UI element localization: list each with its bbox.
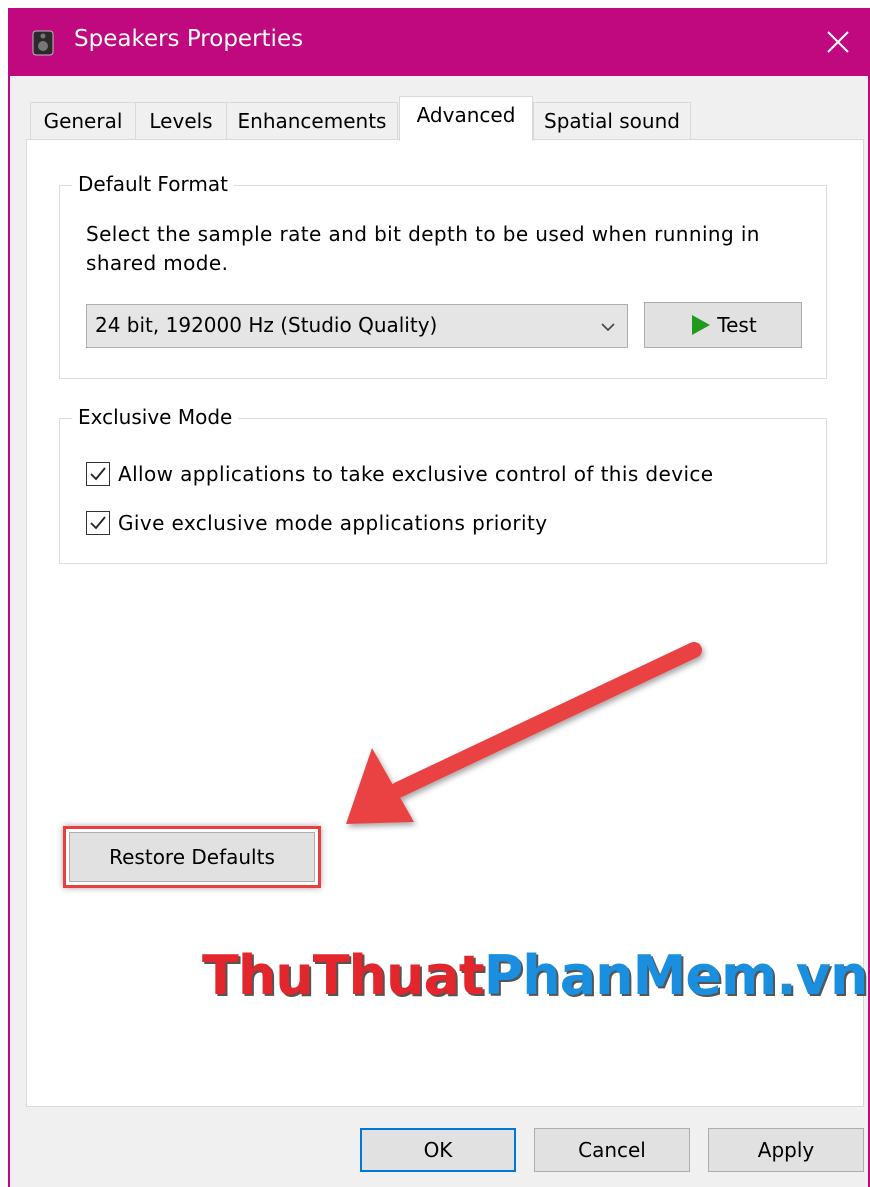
format-dropdown-value: 24 bit, 192000 Hz (Studio Quality): [95, 313, 438, 337]
checkmark-icon[interactable]: [86, 462, 110, 486]
play-icon: [692, 315, 711, 335]
default-format-legend: Default Format: [72, 172, 234, 196]
apply-button-label: Apply: [757, 1138, 815, 1162]
title-bar: Speakers Properties: [10, 8, 868, 76]
tab-spatial-sound[interactable]: Spatial sound: [533, 102, 691, 140]
allow-exclusive-control-checkbox[interactable]: Allow applications to take exclusive con…: [86, 462, 714, 486]
exclusive-mode-legend: Exclusive Mode: [72, 405, 239, 429]
properties-window: Speakers Properties General Levels Enhan…: [8, 8, 870, 1187]
apply-button[interactable]: Apply: [708, 1128, 864, 1172]
test-button[interactable]: Test: [644, 302, 802, 348]
ok-button-label: OK: [423, 1138, 453, 1162]
restore-defaults-button[interactable]: Restore Defaults: [69, 832, 315, 882]
restore-defaults-label: Restore Defaults: [109, 845, 275, 869]
cancel-button-label: Cancel: [578, 1138, 646, 1162]
exclusive-priority-label: Give exclusive mode applications priorit…: [118, 511, 548, 535]
default-format-group: Default Format Select the sample rate an…: [59, 172, 827, 379]
watermark-text: ThuThuatPhanMem.vn: [202, 944, 869, 1007]
cancel-button[interactable]: Cancel: [534, 1128, 690, 1172]
watermark-part-2: PhanMem.vn: [483, 944, 869, 1007]
tab-advanced[interactable]: Advanced: [399, 96, 533, 141]
tab-enhancements[interactable]: Enhancements: [226, 102, 398, 140]
ok-button[interactable]: OK: [360, 1128, 516, 1172]
window-title: Speakers Properties: [74, 26, 304, 52]
exclusive-priority-checkbox[interactable]: Give exclusive mode applications priorit…: [86, 511, 547, 535]
tab-general[interactable]: General: [30, 102, 136, 140]
close-button[interactable]: [808, 8, 868, 76]
chevron-down-icon: [599, 317, 617, 335]
test-button-label: Test: [717, 313, 757, 337]
checkmark-icon[interactable]: [86, 511, 110, 535]
watermark-part-1: ThuThuat: [202, 944, 485, 1007]
allow-exclusive-control-label: Allow applications to take exclusive con…: [118, 462, 714, 486]
exclusive-mode-group: Exclusive Mode Allow applications to tak…: [59, 405, 827, 564]
default-format-description: Select the sample rate and bit depth to …: [86, 222, 760, 275]
tab-levels[interactable]: Levels: [135, 102, 227, 140]
close-icon: [827, 31, 849, 53]
format-dropdown[interactable]: 24 bit, 192000 Hz (Studio Quality): [86, 304, 628, 348]
speaker-icon: [32, 30, 54, 56]
